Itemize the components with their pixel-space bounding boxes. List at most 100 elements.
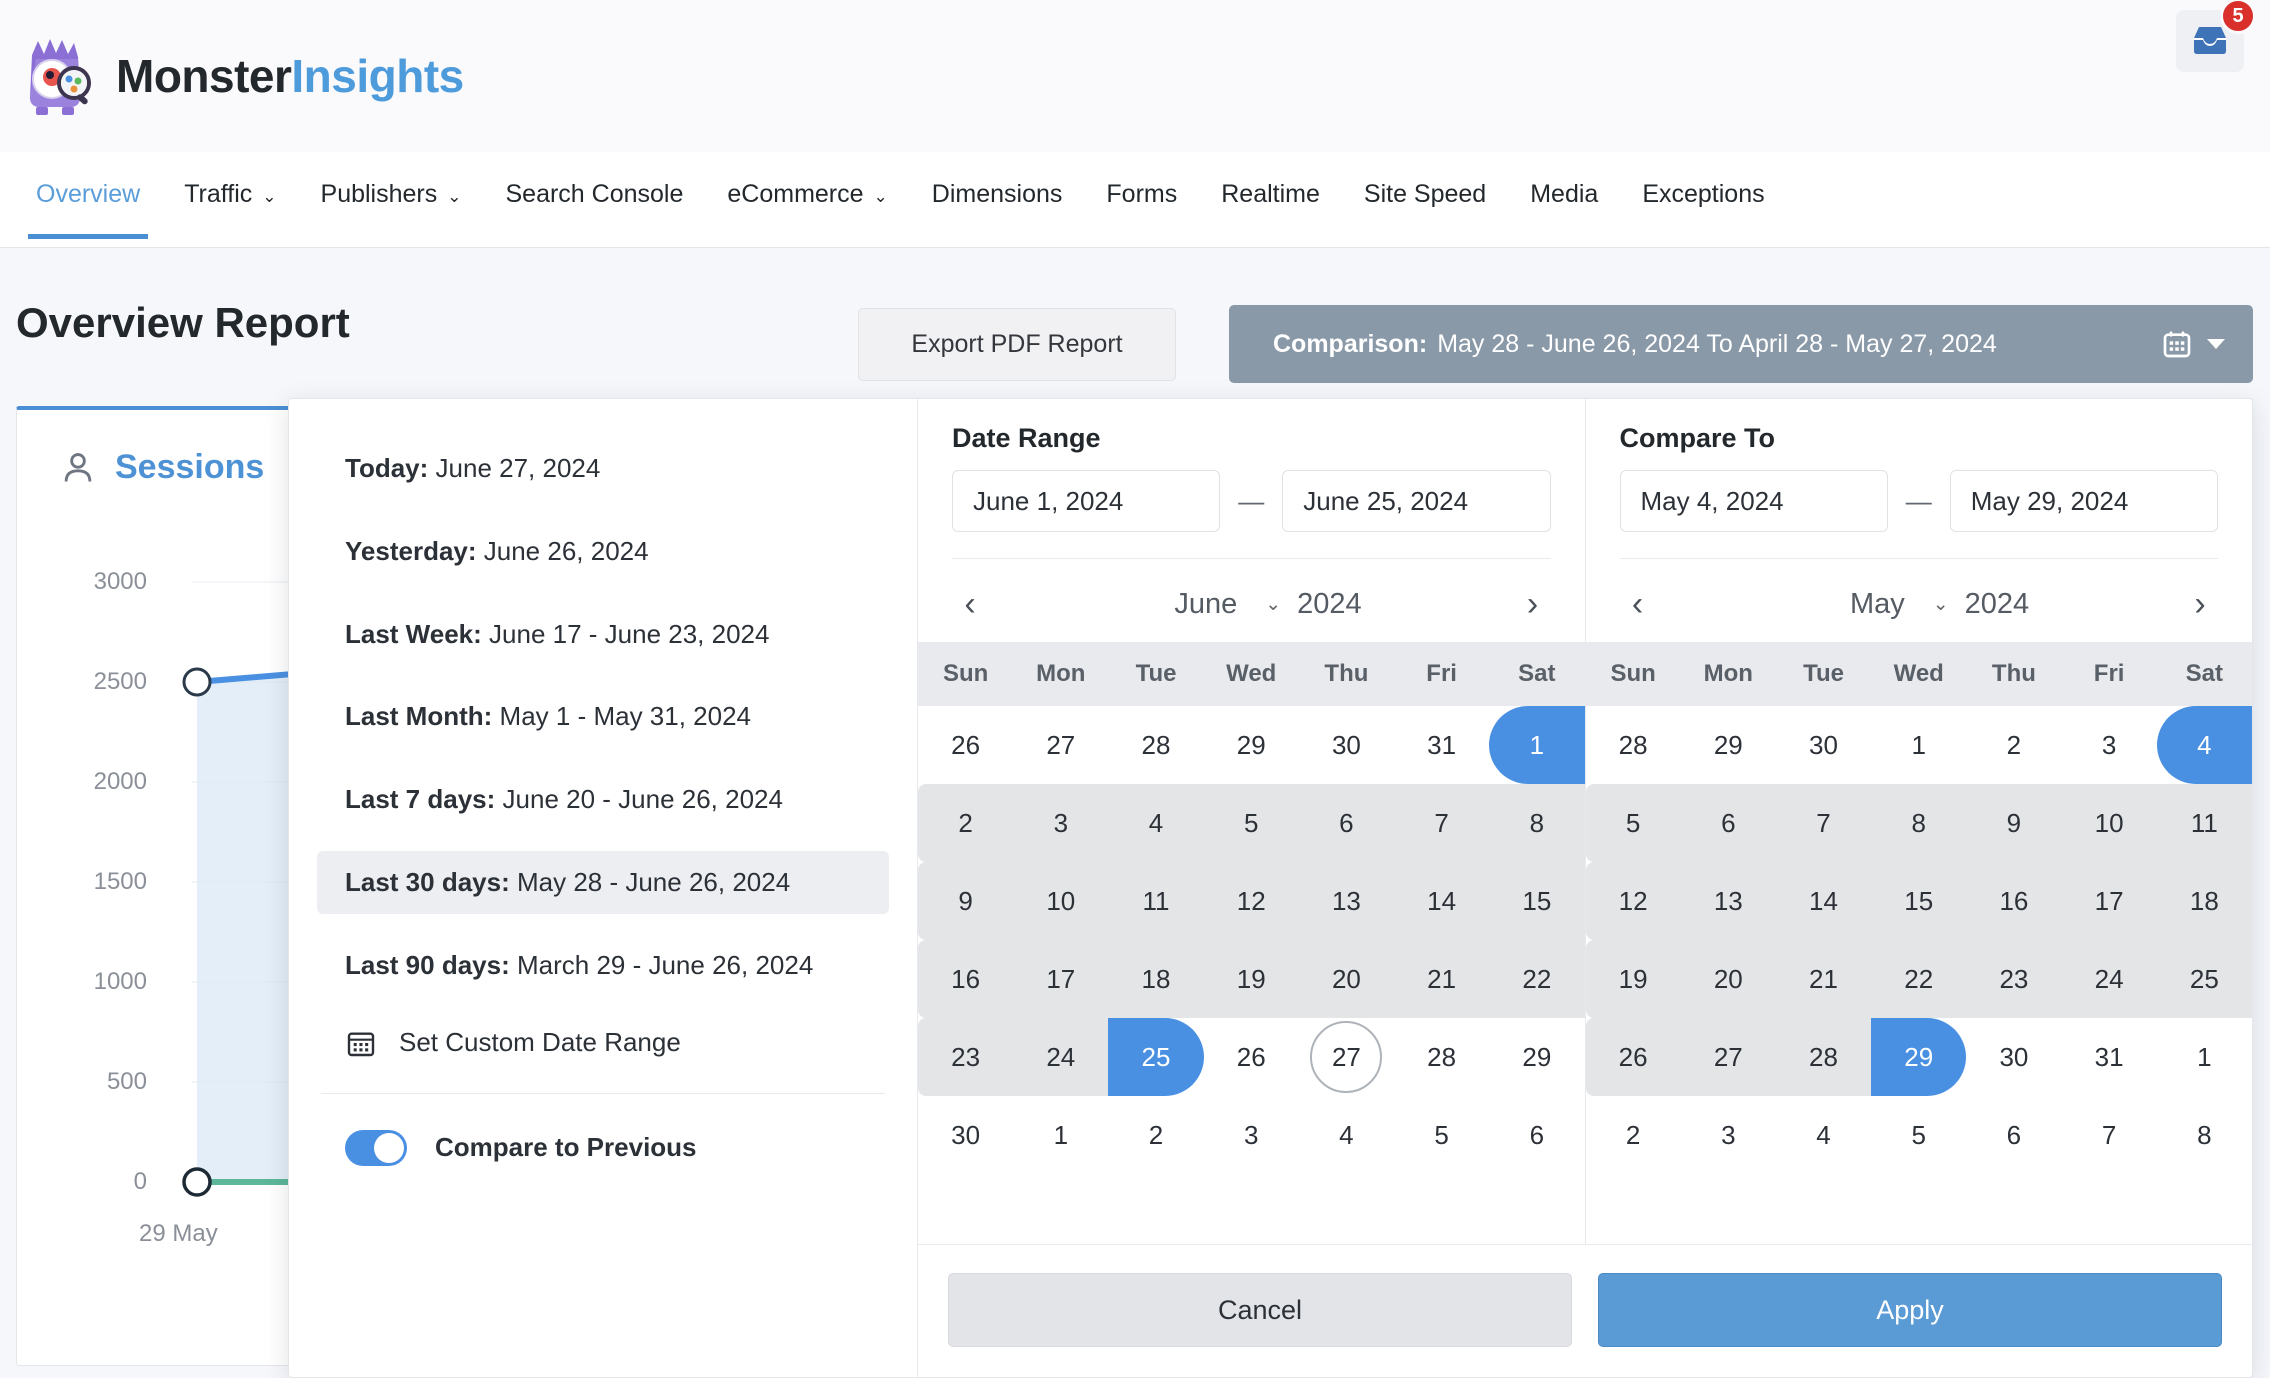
calendar-day-cell[interactable]: 3 (1204, 1096, 1299, 1174)
tab-overview[interactable]: Overview (14, 152, 162, 239)
calendar-day-cell[interactable]: 23 (1966, 940, 2061, 1018)
tab-publishers[interactable]: Publishers ⌄ (299, 152, 484, 239)
calendar-day-cell[interactable]: 8 (1871, 784, 1966, 862)
calendar-day-cell[interactable]: 18 (1108, 940, 1203, 1018)
calendar-day-cell[interactable]: 25 (1108, 1018, 1203, 1096)
calendar-day-cell[interactable]: 6 (1299, 784, 1394, 862)
inbox-button-wrapper[interactable]: 5 (2176, 10, 2244, 72)
calendar-day-cell[interactable]: 15 (1871, 862, 1966, 940)
calendar-day-cell[interactable]: 13 (1681, 862, 1776, 940)
calendar-day-cell[interactable]: 26 (1586, 1018, 1681, 1096)
calendar-day-cell[interactable]: 1 (1489, 706, 1584, 784)
calendar-day-cell[interactable]: 22 (1871, 940, 1966, 1018)
calendar-day-cell[interactable]: 19 (1204, 940, 1299, 1018)
calendar-day-cell[interactable]: 4 (1108, 784, 1203, 862)
calendar-day-cell[interactable]: 11 (1108, 862, 1203, 940)
calendar-day-cell[interactable]: 1 (2157, 1018, 2252, 1096)
calendar-day-cell[interactable]: 11 (2157, 784, 2252, 862)
calendar-day-cell[interactable]: 9 (918, 862, 1013, 940)
preset-last-month[interactable]: Last Month: May 1 - May 31, 2024 (317, 685, 889, 748)
calendar-day-cell[interactable]: 16 (1966, 862, 2061, 940)
calendar-day-cell[interactable]: 30 (918, 1096, 1013, 1174)
calendar-day-cell[interactable]: 6 (1681, 784, 1776, 862)
calendar-day-cell[interactable]: 4 (2157, 706, 2252, 784)
calendar-day-cell[interactable]: 2 (1108, 1096, 1203, 1174)
calendar-day-cell[interactable]: 17 (2062, 862, 2157, 940)
compare-to-previous-toggle[interactable] (345, 1130, 407, 1166)
preset-last-90-days[interactable]: Last 90 days: March 29 - June 26, 2024 (317, 934, 889, 997)
calendar-day-cell[interactable]: 27 (1013, 706, 1108, 784)
preset-last-7-days[interactable]: Last 7 days: June 20 - June 26, 2024 (317, 768, 889, 831)
calendar-day-cell[interactable]: 19 (1586, 940, 1681, 1018)
compare-to-end-input[interactable]: May 29, 2024 (1950, 470, 2218, 532)
calendar-day-cell[interactable]: 10 (2062, 784, 2157, 862)
calendar-day-cell[interactable]: 30 (1299, 706, 1394, 784)
export-pdf-report-button[interactable]: Export PDF Report (858, 308, 1176, 381)
tab-site-speed[interactable]: Site Speed (1342, 152, 1508, 239)
calendar-day-cell[interactable]: 2 (1966, 706, 2061, 784)
calendar-day-cell[interactable]: 28 (1776, 1018, 1871, 1096)
tab-ecommerce[interactable]: eCommerce ⌄ (705, 152, 909, 239)
date-range-end-input[interactable]: June 25, 2024 (1282, 470, 1550, 532)
calendar-day-cell[interactable]: 2 (1586, 1096, 1681, 1174)
calendar-day-cell[interactable]: 15 (1489, 862, 1584, 940)
calendar-day-cell[interactable]: 8 (2157, 1096, 2252, 1174)
calendar-day-cell[interactable]: 3 (1013, 784, 1108, 862)
calendar-day-cell[interactable]: 1 (1013, 1096, 1108, 1174)
tab-traffic[interactable]: Traffic ⌄ (162, 152, 298, 239)
calendar-day-cell[interactable]: 6 (1489, 1096, 1584, 1174)
calendar-day-cell[interactable]: 5 (1586, 784, 1681, 862)
calendar-day-cell[interactable]: 31 (1394, 706, 1489, 784)
compare-to-month-label[interactable]: May (1660, 588, 1933, 621)
calendar-day-cell[interactable]: 26 (918, 706, 1013, 784)
calendar-day-cell[interactable]: 22 (1489, 940, 1584, 1018)
comparison-date-range-button[interactable]: Comparison: May 28 - June 26, 2024 To Ap… (1229, 305, 2253, 383)
calendar-day-cell[interactable]: 7 (1776, 784, 1871, 862)
calendar-day-cell[interactable]: 16 (918, 940, 1013, 1018)
calendar-day-cell[interactable]: 24 (2062, 940, 2157, 1018)
calendar-day-cell[interactable]: 23 (918, 1018, 1013, 1096)
chevron-right-icon[interactable]: › (2178, 585, 2222, 624)
preset-yesterday[interactable]: Yesterday: June 26, 2024 (317, 520, 889, 583)
preset-today[interactable]: Today: June 27, 2024 (317, 437, 889, 500)
calendar-day-cell[interactable]: 1 (1871, 706, 1966, 784)
compare-to-previous-row[interactable]: Compare to Previous (317, 1094, 889, 1166)
calendar-day-cell[interactable]: 3 (1681, 1096, 1776, 1174)
calendar-day-cell[interactable]: 21 (1776, 940, 1871, 1018)
calendar-day-cell[interactable]: 25 (2157, 940, 2252, 1018)
calendar-day-cell[interactable]: 27 (1681, 1018, 1776, 1096)
chevron-left-icon[interactable]: ‹ (948, 585, 992, 624)
preset-last-30-days[interactable]: Last 30 days: May 28 - June 26, 2024 (317, 851, 889, 914)
calendar-day-cell[interactable]: 5 (1204, 784, 1299, 862)
preset-last-week[interactable]: Last Week: June 17 - June 23, 2024 (317, 603, 889, 666)
calendar-day-cell[interactable]: 28 (1586, 706, 1681, 784)
set-custom-date-range-button[interactable]: Set Custom Date Range (317, 1017, 889, 1093)
tab-search-console[interactable]: Search Console (484, 152, 706, 239)
cancel-button[interactable]: Cancel (948, 1273, 1572, 1347)
calendar-day-cell[interactable]: 6 (1966, 1096, 2061, 1174)
calendar-day-cell[interactable]: 7 (1394, 784, 1489, 862)
calendar-day-cell[interactable]: 31 (2062, 1018, 2157, 1096)
calendar-day-cell[interactable]: 5 (1394, 1096, 1489, 1174)
calendar-day-cell[interactable]: 10 (1013, 862, 1108, 940)
comparison-calendar-control[interactable] (2161, 328, 2227, 360)
calendar-day-cell[interactable]: 12 (1586, 862, 1681, 940)
calendar-day-cell[interactable]: 20 (1299, 940, 1394, 1018)
chevron-left-icon[interactable]: ‹ (1616, 585, 1660, 624)
tab-realtime[interactable]: Realtime (1199, 152, 1342, 239)
date-range-month-label[interactable]: June (992, 588, 1265, 621)
calendar-day-cell[interactable]: 14 (1776, 862, 1871, 940)
calendar-day-cell[interactable]: 2 (918, 784, 1013, 862)
brand-logo[interactable]: MonsterInsights (16, 35, 464, 117)
calendar-day-cell[interactable]: 13 (1299, 862, 1394, 940)
tab-dimensions[interactable]: Dimensions (910, 152, 1085, 239)
calendar-day-cell[interactable]: 29 (1489, 1018, 1584, 1096)
calendar-day-cell[interactable]: 24 (1013, 1018, 1108, 1096)
date-range-start-input[interactable]: June 1, 2024 (952, 470, 1220, 532)
calendar-day-cell[interactable]: 14 (1394, 862, 1489, 940)
calendar-day-cell[interactable]: 8 (1489, 784, 1584, 862)
calendar-day-cell[interactable]: 4 (1776, 1096, 1871, 1174)
apply-button[interactable]: Apply (1598, 1273, 2222, 1347)
calendar-day-cell[interactable]: 29 (1681, 706, 1776, 784)
calendar-day-cell[interactable]: 17 (1013, 940, 1108, 1018)
